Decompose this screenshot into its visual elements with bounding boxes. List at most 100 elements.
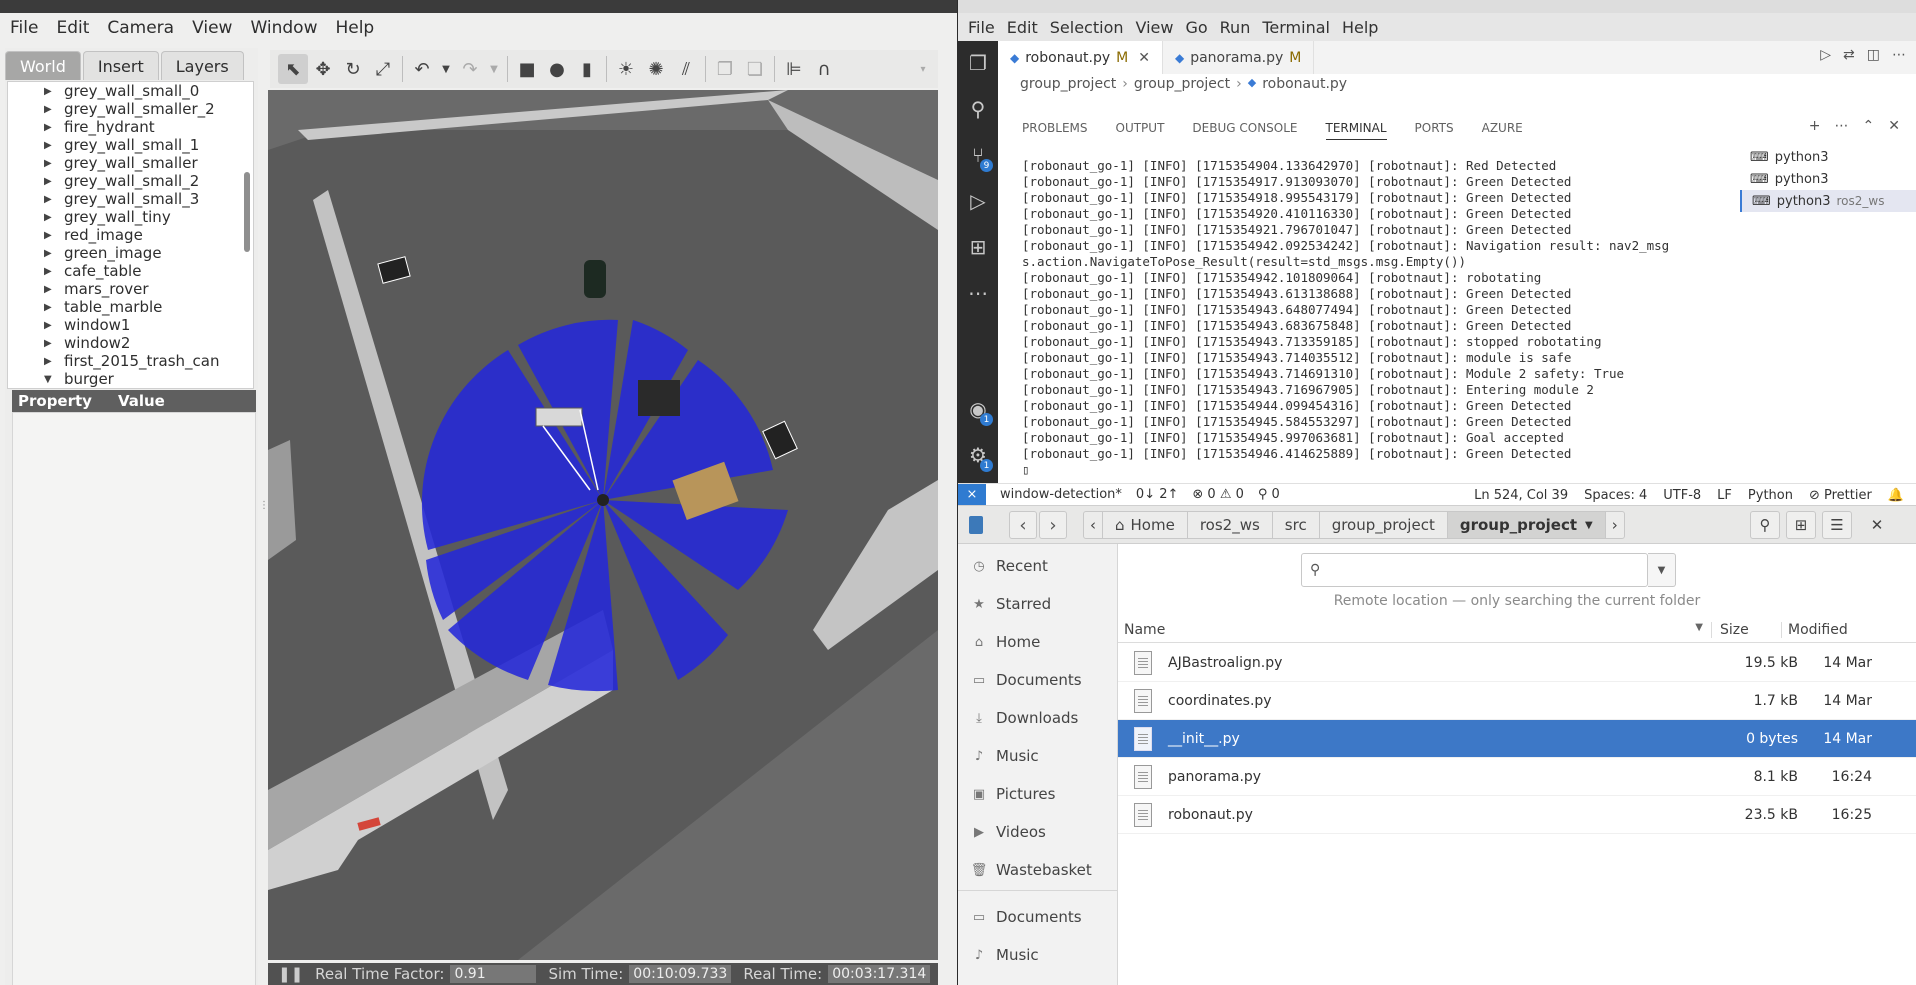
search-icon[interactable]: ⚲ — [966, 97, 990, 121]
tree-item[interactable]: ▶ grey_wall_small_2 — [8, 172, 253, 190]
menu-run[interactable]: Run — [1214, 18, 1257, 37]
sidebar-item-bookmark-music[interactable]: ♪ Music — [970, 944, 1039, 966]
sphere-shape-icon[interactable]: ● — [542, 54, 572, 84]
more-actions-icon[interactable]: ⋯ — [1892, 47, 1906, 63]
tree-item[interactable]: ▼ burger — [8, 370, 253, 388]
ports-count[interactable]: ⚲ 0 — [1258, 487, 1280, 502]
menu-edit[interactable]: Edit — [1001, 18, 1044, 37]
menu-file[interactable]: File — [962, 18, 1001, 37]
compare-icon[interactable]: ⇄ — [1843, 47, 1855, 63]
run-python-icon[interactable]: ▷ — [1820, 47, 1831, 63]
redo-history-icon[interactable]: ▼ — [485, 54, 503, 84]
more-icon[interactable]: ⋯ — [966, 281, 990, 305]
search-icon[interactable]: ⚲ — [1750, 511, 1780, 539]
tab-ports[interactable]: PORTS — [1415, 116, 1454, 140]
file-row[interactable]: coordinates.py 1.7 kB 14 Mar — [1118, 682, 1916, 720]
menu-camera[interactable]: Camera — [101, 18, 186, 38]
run-debug-icon[interactable]: ▷ — [966, 189, 990, 213]
tree-item[interactable]: ▶ window1 — [8, 316, 253, 334]
sidebar-item-recent[interactable]: ◷ Recent — [970, 555, 1048, 577]
tree-item[interactable]: ▶ grey_wall_small_1 — [8, 136, 253, 154]
tree-item[interactable]: ▶ table_marble — [8, 298, 253, 316]
extensions-icon[interactable]: ⊞ — [966, 235, 990, 259]
tab-problems[interactable]: PROBLEMS — [1022, 116, 1088, 140]
sidebar-item-pictures[interactable]: ▣ Pictures — [970, 783, 1056, 805]
menu-edit[interactable]: Edit — [50, 18, 101, 38]
panel-splitter-handle[interactable]: ⋮ — [259, 500, 269, 520]
paste-icon[interactable]: ❏ — [740, 54, 770, 84]
tree-item[interactable]: ▶ grey_wall_small_3 — [8, 190, 253, 208]
sidebar-item-bookmark-documents[interactable]: ▭ Documents — [970, 906, 1082, 928]
undo-icon[interactable]: ↶ — [407, 54, 437, 84]
split-editor-icon[interactable]: ◫ — [1867, 47, 1880, 63]
undo-history-icon[interactable]: ▼ — [437, 54, 455, 84]
box-shape-icon[interactable]: ■ — [512, 54, 542, 84]
tree-item[interactable]: ▶ green_image — [8, 244, 253, 262]
tree-item[interactable]: ▶ fire_hydrant — [8, 118, 253, 136]
column-size[interactable]: Size — [1712, 622, 1782, 638]
tree-item[interactable]: ▶ red_image — [8, 226, 253, 244]
prettier-status[interactable]: ⊘ Prettier — [1809, 488, 1872, 503]
translate-mode-icon[interactable]: ✥ — [308, 54, 338, 84]
file-row[interactable]: AJBastroalign.py 19.5 kB 14 Mar — [1118, 644, 1916, 682]
hamburger-menu-icon[interactable]: ☰ — [1822, 511, 1852, 539]
tab-world[interactable]: World — [5, 51, 81, 80]
sidebar-item-music[interactable]: ♪ Music — [970, 745, 1039, 767]
path-home[interactable]: ⌂ Home — [1103, 512, 1188, 538]
chevron-right-icon[interactable]: ▶ — [44, 140, 58, 151]
tab-robonaut[interactable]: ◆ robonaut.py M ✕ — [998, 41, 1163, 74]
chevron-right-icon[interactable]: ▶ — [44, 104, 58, 115]
path-group-project[interactable]: group_project — [1320, 512, 1448, 538]
terminal-instance[interactable]: ⌨ python3 — [1740, 146, 1916, 168]
language-mode[interactable]: Python — [1748, 488, 1793, 503]
tree-item[interactable]: ▶ first_2015_trash_can — [8, 352, 253, 370]
close-window-icon[interactable]: ✕ — [1862, 511, 1892, 539]
sidebar-item-downloads[interactable]: ⤓ Downloads — [970, 707, 1078, 729]
chevron-right-icon[interactable]: ▶ — [44, 338, 58, 349]
chevron-right-icon[interactable]: ▶ — [44, 86, 58, 97]
tab-terminal[interactable]: TERMINAL — [1325, 116, 1387, 140]
tab-layers[interactable]: Layers — [160, 51, 244, 80]
align-icon[interactable]: ⊫ — [779, 54, 809, 84]
tree-item[interactable]: ▶ mars_rover — [8, 280, 253, 298]
tab-panorama[interactable]: ◆ panorama.py M — [1163, 41, 1315, 74]
more-actions-icon[interactable]: ⋯ — [1835, 118, 1849, 134]
remote-icon[interactable]: ⨯ — [958, 483, 986, 506]
chevron-right-icon[interactable]: ▶ — [44, 212, 58, 223]
terminal-output[interactable]: [robonaut_go-1] [INFO] [1715354904.13364… — [1022, 158, 1692, 482]
chevron-right-icon[interactable]: ▶ — [44, 284, 58, 295]
3d-viewport[interactable] — [268, 90, 938, 960]
path-src[interactable]: src — [1273, 512, 1320, 538]
sidebar-item-videos[interactable]: ▶ Videos — [970, 821, 1046, 843]
view-toggle-icon[interactable]: ⊞ — [1786, 511, 1816, 539]
path-scroll-left-icon[interactable]: ‹ — [1084, 512, 1103, 538]
chevron-right-icon[interactable]: ▶ — [44, 158, 58, 169]
chevron-right-icon[interactable]: ▶ — [44, 266, 58, 277]
new-terminal-icon[interactable]: + — [1809, 118, 1821, 134]
chevron-right-icon[interactable]: ▶ — [44, 122, 58, 133]
close-panel-icon[interactable]: ✕ — [1888, 118, 1900, 134]
tree-item[interactable]: ▶ grey_wall_tiny — [8, 208, 253, 226]
terminal-instance[interactable]: ⌨ python3 ros2_ws — [1740, 190, 1916, 212]
chevron-right-icon[interactable]: ▶ — [44, 194, 58, 205]
chevron-right-icon[interactable]: ▶ — [44, 230, 58, 241]
tab-insert[interactable]: Insert — [82, 51, 159, 80]
breadcrumb-item[interactable]: robonaut.py — [1262, 76, 1347, 92]
file-row-selected[interactable]: __init__.py 0 bytes 14 Mar — [1118, 720, 1916, 758]
rotate-mode-icon[interactable]: ↻ — [338, 54, 368, 84]
close-icon[interactable]: ✕ — [1138, 50, 1150, 66]
git-branch[interactable]: window-detection* — [1000, 487, 1122, 502]
search-input[interactable] — [1334, 555, 1624, 585]
sidebar-item-home[interactable]: ⌂ Home — [970, 631, 1040, 653]
menu-view[interactable]: View — [1130, 18, 1180, 37]
menu-go[interactable]: Go — [1179, 18, 1213, 37]
menu-window[interactable]: Window — [244, 18, 329, 38]
point-light-icon[interactable]: ☀ — [611, 54, 641, 84]
tree-item[interactable]: ▶ grey_wall_small_0 — [8, 82, 253, 100]
column-name[interactable]: Name ▼ — [1118, 622, 1712, 638]
git-sync[interactable]: 0↓ 2↑ — [1136, 487, 1178, 502]
tab-azure[interactable]: AZURE — [1482, 116, 1523, 140]
file-row[interactable]: panorama.py 8.1 kB 16:24 — [1118, 758, 1916, 796]
directional-light-icon[interactable]: ⫽ — [671, 54, 701, 84]
copy-icon[interactable]: ❐ — [710, 54, 740, 84]
